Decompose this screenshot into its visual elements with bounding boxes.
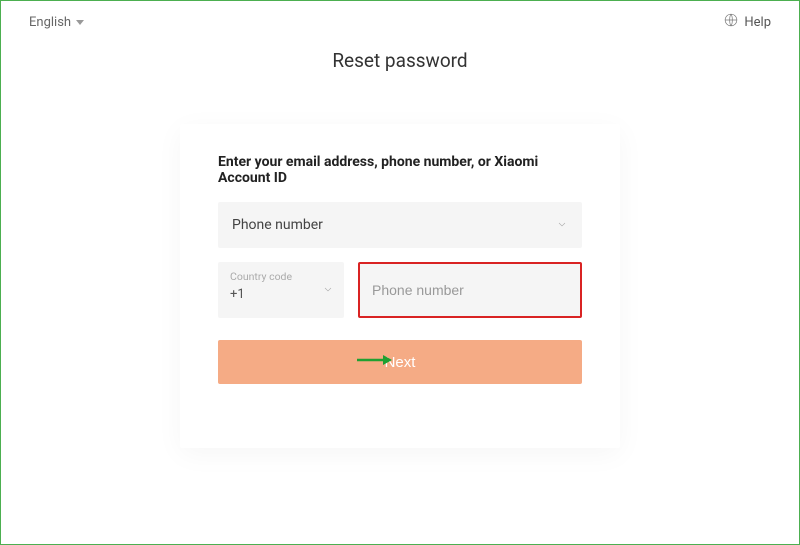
chevron-down-icon: [76, 20, 84, 25]
help-link[interactable]: Help: [724, 13, 771, 31]
phone-number-input[interactable]: [372, 282, 568, 298]
window-frame: English Help Reset password Enter your e…: [0, 0, 800, 545]
id-type-value: Phone number: [232, 217, 323, 233]
scroll-area[interactable]: English Help Reset password Enter your e…: [1, 1, 799, 544]
phone-row: Country code +1: [218, 262, 582, 318]
language-selector[interactable]: English: [29, 15, 84, 30]
id-type-select[interactable]: Phone number: [218, 202, 582, 248]
globe-icon: [724, 13, 738, 31]
help-label: Help: [744, 15, 771, 30]
country-code-value: +1: [230, 287, 332, 302]
reset-card: Enter your email address, phone number, …: [180, 124, 620, 448]
country-code-select[interactable]: Country code +1: [218, 262, 344, 318]
arrow-right-icon: [356, 353, 392, 371]
form-heading: Enter your email address, phone number, …: [218, 154, 582, 186]
language-label: English: [29, 15, 71, 30]
page-title: Reset password: [1, 49, 799, 72]
chevron-down-icon: [322, 281, 334, 300]
country-code-label: Country code: [230, 270, 332, 283]
chevron-down-icon: [556, 216, 568, 235]
next-button[interactable]: Next: [218, 340, 582, 384]
phone-input-highlight: [358, 262, 582, 318]
topbar: English Help: [1, 1, 799, 43]
